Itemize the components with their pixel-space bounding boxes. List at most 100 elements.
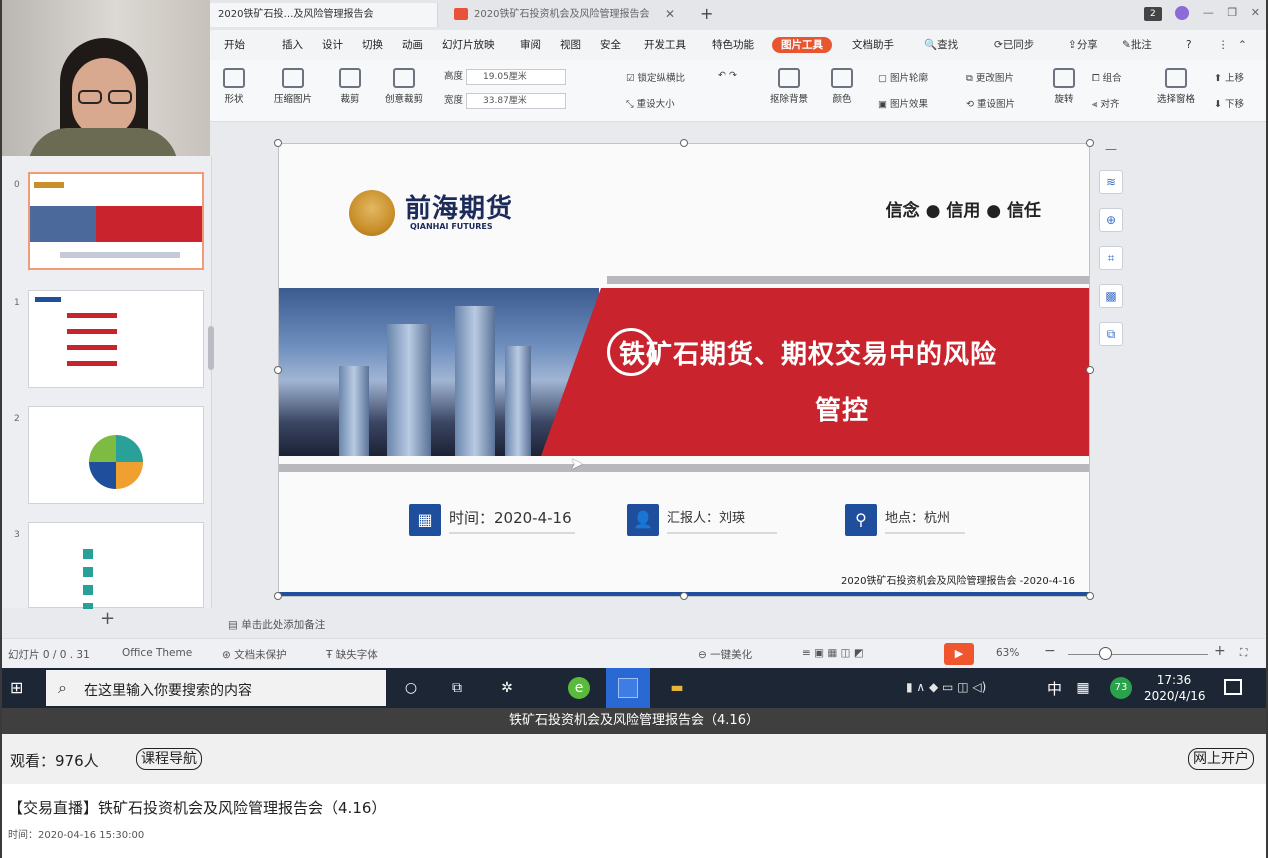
slide-thumbnail-0[interactable] (28, 172, 204, 270)
view-mode-icons[interactable]: ≡ ▣ ▦ ◫ ◩ (802, 647, 864, 659)
menu-picture-tools[interactable]: 图片工具 (772, 37, 832, 53)
collapse-icon[interactable]: — (1099, 142, 1123, 156)
picture-effect-button[interactable]: ▣ 图片效果 (878, 96, 928, 110)
effects-icon[interactable]: ▩ (1099, 284, 1123, 308)
browser-icon[interactable]: e (568, 677, 590, 699)
rotate-icons[interactable]: ↶ ↷ (718, 70, 737, 81)
menu-transition[interactable]: 切换 (362, 38, 383, 52)
share-button[interactable]: ⇪分享 (1068, 38, 1098, 52)
new-tab-icon[interactable]: + (700, 0, 713, 28)
menu-design[interactable]: 设计 (322, 38, 343, 52)
menu-insert[interactable]: 插入 (282, 38, 303, 52)
file-explorer-icon[interactable]: ▬ (666, 677, 688, 699)
zoom-level[interactable]: 63% (996, 647, 1019, 659)
notification-icon[interactable] (1224, 679, 1242, 695)
zoom-out-icon[interactable]: − (1044, 643, 1056, 659)
task-view-icon[interactable]: ⧉ (446, 677, 468, 699)
copy-icon[interactable]: ⧉ (1099, 322, 1123, 346)
play-slideshow-button[interactable]: ▶ (944, 643, 974, 665)
reset-size-button[interactable]: ⤡ 重设大小 (626, 96, 675, 110)
crop-button[interactable]: 裁剪 (330, 68, 370, 105)
wps-taskbar-icon[interactable] (606, 668, 650, 708)
menu-home[interactable]: 开始 (224, 38, 245, 52)
menu-review[interactable]: 审阅 (520, 38, 541, 52)
selection-handle[interactable] (1086, 139, 1094, 147)
rotate-button[interactable]: 旋转 (1046, 68, 1082, 105)
selection-handle[interactable] (274, 366, 282, 374)
menu-animation[interactable]: 动画 (402, 38, 423, 52)
search-menu[interactable]: 🔍查找 (924, 38, 958, 52)
beautify-button[interactable]: ⊖ 一键美化 (698, 647, 752, 662)
slide-thumbnail-2[interactable] (28, 406, 204, 504)
comment-button[interactable]: ✎批注 (1122, 38, 1152, 52)
selection-handle[interactable] (1086, 592, 1094, 600)
notes-bar[interactable]: ▤ 单击此处添加备注 (214, 610, 1268, 638)
close-window-icon[interactable]: ✕ (1251, 6, 1260, 19)
document-tab-2[interactable]: 2020铁矿石投资机会及风险管理报告会 (446, 3, 696, 27)
menu-doc-assistant[interactable]: 文档助手 (852, 38, 894, 52)
change-picture-button[interactable]: ⧉ 更改图片 (966, 70, 1014, 84)
close-tab-icon[interactable]: ✕ (665, 0, 675, 28)
collapse-ribbon-icon[interactable]: ⌃ (1238, 38, 1247, 52)
help-icon[interactable]: ? (1186, 38, 1192, 52)
user-avatar[interactable] (1175, 6, 1190, 20)
picture-outline-button[interactable]: ▢ 图片轮廓 (878, 70, 928, 84)
missing-font-status[interactable]: Ŧ 缺失字体 (326, 647, 378, 662)
zoom-slider[interactable] (1068, 654, 1208, 655)
selection-handle[interactable] (274, 592, 282, 600)
menu-features[interactable]: 特色功能 (712, 38, 754, 52)
cortana-icon[interactable]: ○ (400, 677, 422, 699)
color-button[interactable]: 颜色 (824, 68, 860, 105)
more-icon[interactable]: ⋮ (1218, 38, 1229, 52)
theme-name[interactable]: Office Theme (122, 647, 192, 659)
align-button[interactable]: ⫷ 对齐 (1092, 96, 1119, 110)
lock-ratio-checkbox[interactable]: ☑ 锁定纵横比 (626, 70, 685, 84)
menu-security[interactable]: 安全 (600, 38, 621, 52)
document-tab-1[interactable]: 2020铁矿石投…及风险管理报告会 (210, 3, 438, 27)
fit-window-icon[interactable]: ⛶ (1240, 647, 1247, 660)
send-backward-button[interactable]: ⬇ 下移 (1214, 96, 1244, 110)
menu-developer[interactable]: 开发工具 (644, 38, 686, 52)
windows-start-icon[interactable]: ⊞ (10, 679, 30, 697)
shape-button[interactable]: 形状 (216, 68, 252, 105)
zoom-in-icon[interactable]: + (1214, 643, 1226, 659)
compress-picture-button[interactable]: 压缩图片 (264, 68, 322, 105)
slide-thumbnail-1[interactable] (28, 290, 204, 388)
system-tray-icons[interactable]: ▮ ∧ ◆ ▭ ◫ ◁) (906, 680, 986, 694)
selection-pane-button[interactable]: 选择窗格 (1150, 68, 1202, 105)
taskbar-clock[interactable]: 17:36 2020/4/16 (1144, 672, 1206, 704)
taskbar-search[interactable]: ⌕ 在这里输入你要搜索的内容 (46, 670, 386, 706)
restore-icon[interactable]: ❐ (1227, 6, 1237, 19)
menu-slideshow[interactable]: 幻灯片放映 (442, 38, 495, 52)
window-count-icon[interactable]: 2 (1143, 7, 1162, 21)
app-pinwheel-icon[interactable]: ✲ (496, 677, 518, 699)
crop-tool-icon[interactable]: ⌗ (1099, 246, 1123, 270)
open-account-button[interactable]: 网上开户 (1188, 748, 1254, 770)
course-nav-button[interactable]: 课程导航 (136, 748, 202, 770)
creative-crop-button[interactable]: 创意裁剪 (372, 68, 436, 105)
remove-background-button[interactable]: 抠除背景 (766, 68, 812, 105)
menu-view[interactable]: 视图 (560, 38, 581, 52)
keyboard-icon[interactable]: ▦ (1072, 677, 1094, 699)
minimize-icon[interactable]: — (1203, 6, 1214, 19)
current-slide[interactable]: 前海期货 QIANHAI FUTURES 信念 ● 信用 ● 信任 铁矿石期货、… (278, 143, 1090, 597)
event-title: 【交易直播】铁矿石投资机会及风险管理报告会（4.16） (8, 799, 387, 817)
input-method-indicator[interactable]: 中 (1047, 678, 1062, 699)
bring-forward-button[interactable]: ⬆ 上移 (1214, 70, 1244, 84)
doc-protect-status[interactable]: ⊛ 文档未保护 (222, 647, 287, 662)
sync-status[interactable]: ⟳已同步 (994, 38, 1034, 52)
selection-handle[interactable] (1086, 366, 1094, 374)
width-input[interactable]: 33.87厘米 (466, 92, 567, 109)
zoom-icon[interactable]: ⊕ (1099, 208, 1123, 232)
selection-handle[interactable] (274, 139, 282, 147)
add-slide-icon[interactable]: + (100, 608, 115, 629)
layers-icon[interactable]: ≋ (1099, 170, 1123, 194)
height-input[interactable]: 19.05厘米 (466, 68, 567, 85)
reset-picture-button[interactable]: ⟲ 重设图片 (966, 96, 1015, 110)
selection-handle[interactable] (680, 139, 688, 147)
zoom-slider-knob[interactable] (1099, 647, 1112, 660)
group-button[interactable]: ⧠ 组合 (1092, 70, 1122, 84)
security-app-icon[interactable]: 73 (1110, 677, 1132, 699)
selection-handle[interactable] (680, 592, 688, 600)
slide-thumbnail-3[interactable] (28, 522, 204, 609)
